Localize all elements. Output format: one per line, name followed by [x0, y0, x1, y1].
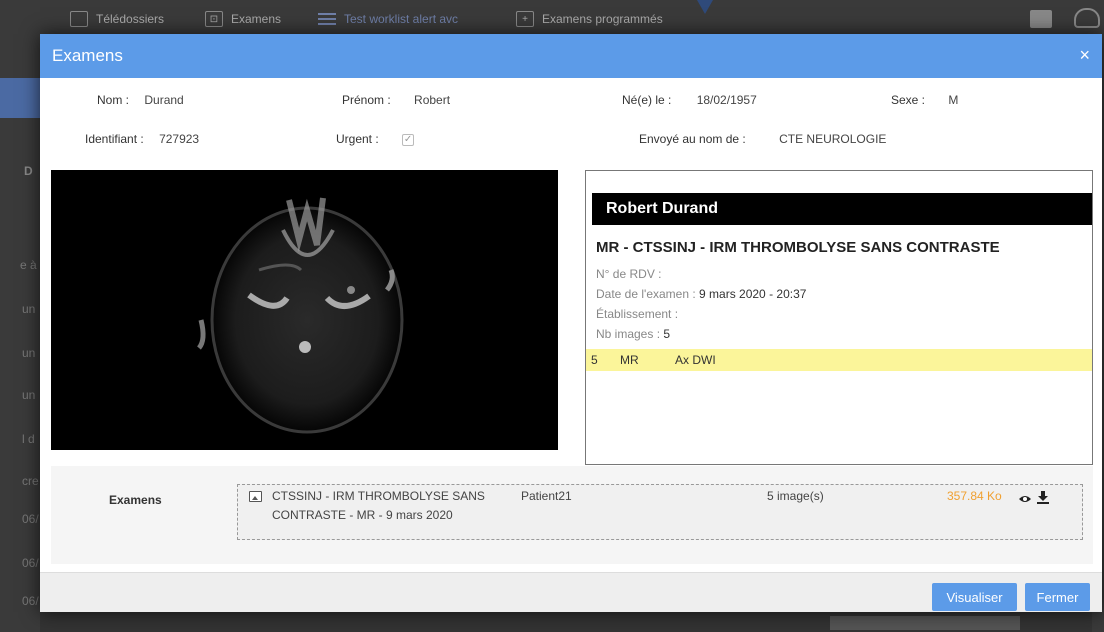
bg-text: e à: [20, 258, 37, 272]
envoye-field: Envoyé au nom de : CTE NEUROLOGIE: [639, 132, 886, 146]
exam-title-line2: CONTRASTE - MR - 9 mars 2020: [272, 508, 453, 522]
summary-date: Date de l'examen : 9 mars 2020 - 20:37: [596, 287, 806, 301]
image-icon: ⊡: [205, 11, 223, 27]
monitor-icon[interactable]: [1030, 10, 1052, 28]
ne-field: Né(e) le : 18/02/1957: [622, 93, 757, 107]
exams-label: Examens: [109, 493, 162, 507]
download-icon[interactable]: [1037, 491, 1049, 504]
nb-images-value: 5: [663, 327, 671, 341]
pointer-arrow-icon: [697, 0, 713, 14]
cloud-icon[interactable]: [1074, 8, 1100, 28]
tab-label: Télédossiers: [96, 12, 165, 26]
nb-images-label: Nb images :: [596, 327, 661, 341]
app-sidebar: [0, 34, 40, 632]
date-value: 9 mars 2020 - 20:37: [699, 287, 807, 301]
summary-etablissement: Établissement :: [596, 307, 678, 321]
identifiant-field: Identifiant : 727923: [85, 132, 199, 146]
bg-text: 06/: [22, 512, 39, 526]
bg-bottom-button: [830, 616, 1020, 630]
bg-text: 06/: [22, 556, 39, 570]
envoye-value: CTE NEUROLOGIE: [779, 132, 887, 146]
close-icon[interactable]: ×: [1079, 45, 1090, 65]
plus-icon: +: [516, 11, 534, 27]
exam-image-count: 5 image(s): [767, 489, 824, 503]
summary-patient-name: Robert Durand: [592, 193, 1092, 225]
exam-item-title: CTSSINJ - IRM THROMBOLYSE SANS CONTRASTE…: [272, 487, 485, 525]
app-topbar: Télédossiers ⊡ Examens Test worklist ale…: [0, 0, 1104, 34]
bg-text: un: [22, 346, 36, 360]
modal-header: Examens ×: [40, 34, 1102, 78]
bg-text: un: [22, 302, 36, 316]
rdv-label: N° de RDV :: [596, 267, 662, 281]
prenom-label: Prénom :: [342, 93, 391, 107]
list-icon: [318, 11, 336, 27]
series-modality: MR: [620, 353, 639, 367]
urgent-field: Urgent : ✓: [336, 132, 415, 146]
nom-label: Nom :: [97, 93, 130, 107]
bg-text: D: [24, 164, 33, 178]
modal-title: Examens: [52, 46, 123, 65]
bg-text: cre: [22, 474, 39, 488]
tab-teledossiers[interactable]: Télédossiers: [70, 8, 164, 30]
summary-rdv: N° de RDV :: [596, 267, 661, 281]
exam-title-line1: CTSSINJ - IRM THROMBOLYSE SANS: [272, 489, 485, 503]
tab-test-worklist[interactable]: Test worklist alert avc: [318, 8, 458, 30]
envoye-label: Envoyé au nom de :: [639, 132, 746, 146]
bg-text: l d: [22, 432, 35, 446]
tab-label: Test worklist alert avc: [344, 12, 459, 26]
urgent-label: Urgent :: [336, 132, 379, 146]
summary-exam-title: MR - CTSSINJ - IRM THROMBOLYSE SANS CONT…: [596, 239, 1000, 256]
exam-size: 357.84 Ko: [947, 489, 1002, 503]
urgent-checkbox[interactable]: ✓: [402, 133, 415, 146]
exams-section: Examens CTSSINJ - IRM THROMBOLYSE SANS C…: [51, 466, 1093, 564]
series-description: Ax DWI: [675, 353, 716, 367]
sidebar-active-block: [0, 78, 40, 118]
ne-value: 18/02/1957: [696, 93, 757, 107]
exam-summary-panel: Robert Durand MR - CTSSINJ - IRM THROMBO…: [585, 170, 1093, 465]
ne-label: Né(e) le :: [622, 93, 672, 107]
bg-text: 06/: [22, 594, 39, 608]
series-row[interactable]: 5 MR Ax DWI: [586, 349, 1092, 371]
folder-icon: [70, 11, 88, 27]
date-label: Date de l'examen :: [596, 287, 696, 301]
image-icon: [249, 491, 262, 502]
bg-text: un: [22, 388, 36, 402]
tab-examens[interactable]: ⊡ Examens: [205, 8, 281, 30]
identifiant-value: 727923: [159, 132, 200, 146]
modal-footer: Visualiser Fermer: [40, 572, 1102, 612]
exam-patient: Patient21: [521, 489, 572, 503]
tab-examens-programmes[interactable]: + Examens programmés: [516, 8, 663, 30]
series-number: 5: [591, 353, 598, 367]
mri-image-viewer[interactable]: [51, 170, 558, 450]
etablissement-label: Établissement :: [596, 307, 679, 321]
fermer-button[interactable]: Fermer: [1025, 583, 1090, 611]
mri-brain-image: [196, 197, 404, 434]
nom-field: Nom : Durand: [97, 93, 184, 107]
prenom-field: Prénom : Robert: [342, 93, 450, 107]
app-bottom-bar: [40, 612, 1092, 632]
prenom-value: Robert: [414, 93, 451, 107]
identifiant-label: Identifiant :: [85, 132, 144, 146]
visualiser-button[interactable]: Visualiser: [932, 583, 1017, 611]
exam-item[interactable]: CTSSINJ - IRM THROMBOLYSE SANS CONTRASTE…: [237, 484, 1083, 540]
examens-modal: Examens × Nom : Durand Prénom : Robert N…: [40, 34, 1102, 612]
tab-label: Examens: [231, 12, 282, 26]
summary-nb-images: Nb images : 5: [596, 327, 670, 341]
eye-icon[interactable]: [1018, 494, 1032, 504]
sexe-label: Sexe :: [891, 93, 926, 107]
sexe-field: Sexe : M: [891, 93, 958, 107]
tab-label: Examens programmés: [542, 12, 663, 26]
sexe-value: M: [948, 93, 959, 107]
nom-value: Durand: [144, 93, 184, 107]
